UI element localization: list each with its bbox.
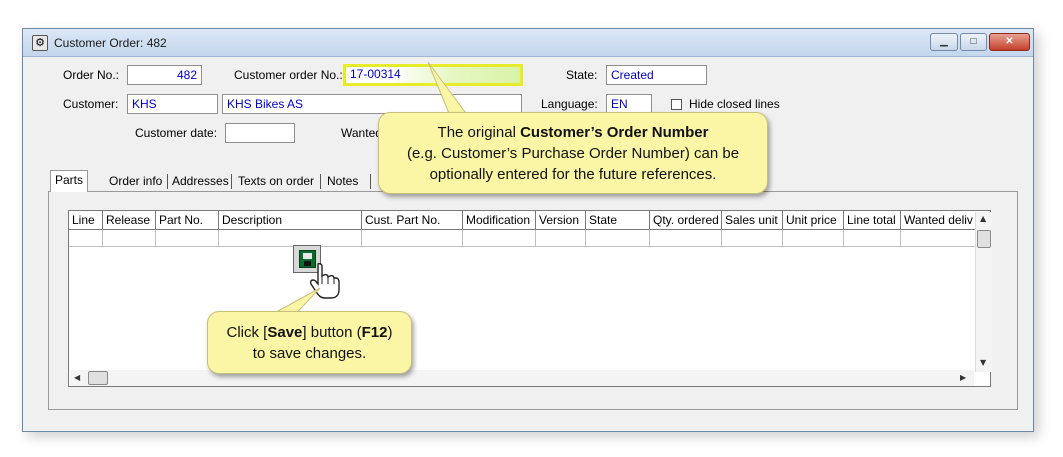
callout-text: ) xyxy=(387,324,393,341)
grid-cell[interactable] xyxy=(103,230,156,246)
hide-closed-lines-label: Hide closed lines xyxy=(689,97,780,111)
column-header[interactable]: Version xyxy=(536,211,586,229)
order-no-label: Order No.: xyxy=(63,68,120,82)
grid-cell[interactable] xyxy=(586,230,650,246)
order-no-field[interactable]: 482 xyxy=(127,65,202,85)
maximize-button[interactable]: □ xyxy=(960,33,987,51)
wanted-label: Wanted xyxy=(341,126,382,140)
grid-cell[interactable] xyxy=(69,230,103,246)
grid-cell[interactable] xyxy=(463,230,536,246)
window-title: Customer Order: 482 xyxy=(54,36,167,50)
column-header[interactable]: Wanted deliv xyxy=(901,211,977,229)
tab-texts-on-order[interactable]: Texts on order xyxy=(234,172,318,192)
table-row[interactable] xyxy=(69,230,977,247)
grid-header: Line Release Part No. Description Cust. … xyxy=(69,211,989,230)
grid-cell[interactable] xyxy=(219,230,362,246)
state-field[interactable]: Created xyxy=(606,65,707,85)
grid-cell[interactable] xyxy=(901,230,977,246)
grid-cell[interactable] xyxy=(156,230,219,246)
customer-label: Customer: xyxy=(63,97,119,111)
title-bar: ⚙ Customer Order: 482 ▁ □ ✕ xyxy=(23,29,1033,57)
grid-cell[interactable] xyxy=(362,230,463,246)
customer-order-no-label: Customer order No.: xyxy=(234,68,343,82)
vertical-scroll-thumb[interactable] xyxy=(977,230,991,248)
close-button[interactable]: ✕ xyxy=(989,33,1030,51)
scroll-up-arrow-icon[interactable]: ▲ xyxy=(980,214,986,223)
column-header[interactable]: Description xyxy=(219,211,362,229)
tab-notes[interactable]: Notes xyxy=(323,172,362,192)
customer-code-field[interactable]: KHS xyxy=(127,94,218,114)
column-header[interactable]: Unit price xyxy=(783,211,844,229)
scroll-down-arrow-icon[interactable]: ▼ xyxy=(980,358,986,367)
grid-cell[interactable] xyxy=(844,230,901,246)
column-header[interactable]: Line xyxy=(69,211,103,229)
column-header[interactable]: Line total xyxy=(844,211,901,229)
callout-text: The original xyxy=(437,124,521,141)
customer-date-field[interactable] xyxy=(225,123,295,143)
tab-order-info[interactable]: Order info xyxy=(105,172,166,192)
customer-date-label: Customer date: xyxy=(135,126,218,140)
tab-addresses[interactable]: Addresses xyxy=(168,172,233,192)
minimize-button[interactable]: ▁ xyxy=(930,33,958,51)
column-header[interactable]: Release xyxy=(103,211,156,229)
grid-cell[interactable] xyxy=(536,230,586,246)
callout-text: ] button ( xyxy=(302,324,362,341)
language-field[interactable]: EN xyxy=(606,94,652,114)
column-header[interactable]: Qty. ordered xyxy=(650,211,722,229)
column-header[interactable]: State xyxy=(586,211,650,229)
scroll-left-arrow-icon[interactable]: ◀ xyxy=(74,373,80,382)
grid-cell[interactable] xyxy=(650,230,722,246)
callout-text: to save changes. xyxy=(252,345,367,362)
callout-text: (e.g. Customer’s Purchase Order Number) … xyxy=(406,145,740,162)
tab-parts[interactable]: Parts xyxy=(50,170,89,192)
horizontal-scrollbar[interactable]: ◀ ▶ xyxy=(70,370,974,386)
app-gear-icon: ⚙ xyxy=(32,35,48,51)
column-header[interactable]: Modification xyxy=(463,211,536,229)
callout-pointer xyxy=(427,61,469,117)
callout-text: optionally entered for the future refere… xyxy=(429,166,717,183)
grid-cell[interactable] xyxy=(722,230,783,246)
column-header[interactable]: Part No. xyxy=(156,211,219,229)
callout-bold-text: Customer’s Order Number xyxy=(520,124,709,141)
tab-separator xyxy=(231,174,232,189)
callout-text: Click [ xyxy=(226,324,268,341)
scroll-right-arrow-icon[interactable]: ▶ xyxy=(960,373,966,382)
callout-bold-text: Save xyxy=(267,324,303,341)
tab-separator xyxy=(370,174,371,189)
save-callout: Click [Save] button (F12) to save change… xyxy=(207,311,412,374)
language-label: Language: xyxy=(541,97,598,111)
horizontal-scroll-thumb[interactable] xyxy=(88,371,108,385)
state-label: State: xyxy=(566,68,598,82)
vertical-scrollbar[interactable]: ▲ ▼ xyxy=(975,212,992,372)
column-header[interactable]: Sales unit xyxy=(722,211,783,229)
tab-separator xyxy=(320,174,321,189)
hide-closed-lines-checkbox[interactable] xyxy=(671,99,682,110)
grid-cell[interactable] xyxy=(783,230,844,246)
column-header[interactable]: Cust. Part No. xyxy=(362,211,463,229)
customer-order-number-callout: The original Customer’s Order Number (e.… xyxy=(378,112,768,194)
callout-bold-text: F12 xyxy=(361,324,388,341)
